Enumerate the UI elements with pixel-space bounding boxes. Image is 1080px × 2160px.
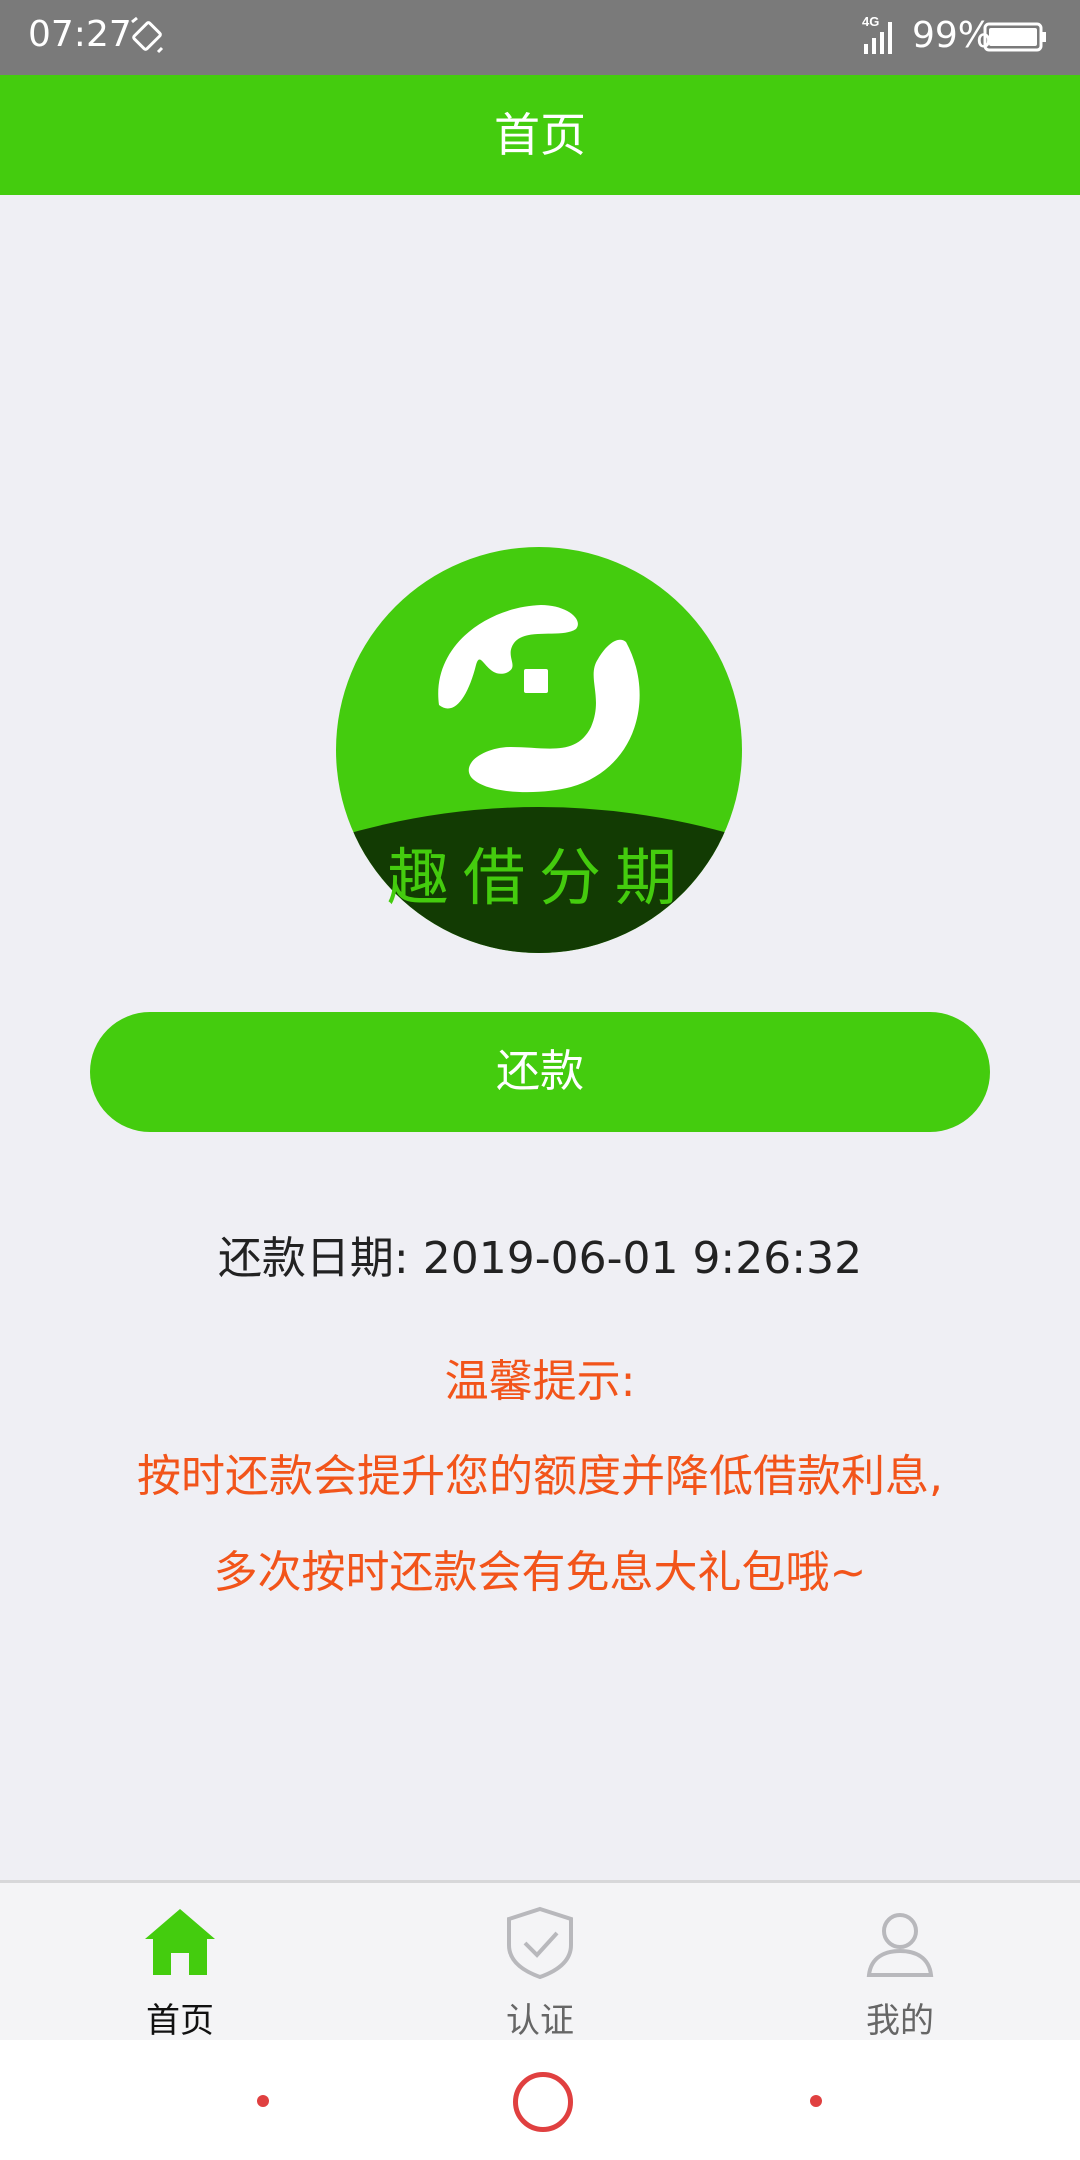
- shield-check-icon: [507, 1906, 573, 1979]
- tab-label: 我的: [866, 2001, 934, 2041]
- system-nav-bar: [0, 2040, 1080, 2160]
- tab-me[interactable]: 我的: [780, 1883, 1020, 2043]
- svg-text:4G: 4G: [862, 14, 879, 29]
- tip-line-2: 多次按时还款会有免息大礼包哦~: [213, 1547, 867, 1598]
- repay-button[interactable]: 还款: [90, 1012, 990, 1132]
- battery-icon: [983, 22, 1046, 52]
- nav-back-dot[interactable]: [810, 2095, 822, 2107]
- tab-label: 认证: [506, 2001, 574, 2041]
- tab-home[interactable]: 首页: [60, 1883, 300, 2043]
- screen-rotation-icon: [131, 16, 164, 54]
- bottom-tab-bar: 首页 认证 我的: [0, 1880, 1080, 2043]
- nav-home-button[interactable]: [513, 2072, 573, 2132]
- tab-certification[interactable]: 认证: [420, 1883, 660, 2043]
- tip-title: 温馨提示:: [444, 1356, 636, 1407]
- battery-percent: 99%: [912, 15, 993, 56]
- page-title: 首页: [494, 108, 586, 162]
- app-bar: 首页: [0, 75, 1080, 195]
- app-logo: 趣借分期: [336, 547, 742, 953]
- status-bar: 07:27 4G 99%: [0, 0, 1080, 75]
- tab-label: 首页: [146, 2001, 214, 2041]
- nav-menu-dot[interactable]: [257, 2095, 269, 2107]
- status-time: 07:27: [28, 14, 132, 55]
- home-icon: [145, 1909, 215, 1975]
- tip-line-1: 按时还款会提升您的额度并降低借款利息,: [137, 1451, 943, 1502]
- user-icon: [866, 1913, 934, 1977]
- repay-due-date: 还款日期: 2019-06-01 9:26:32: [217, 1233, 863, 1284]
- signal-icon: 4G: [862, 14, 892, 54]
- logo-text: 趣借分期: [387, 841, 691, 914]
